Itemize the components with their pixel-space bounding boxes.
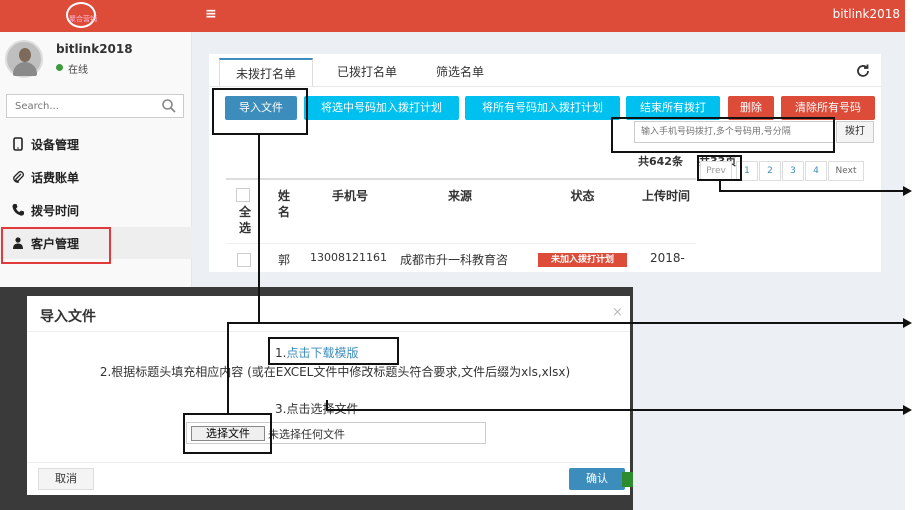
- user-status-text: 在线: [68, 65, 88, 76]
- sidebar-item-dial-time[interactable]: 拨号时间: [0, 194, 192, 226]
- status-badge: 未加入拨打计划: [538, 253, 627, 267]
- annotation-box-prev: [697, 155, 742, 181]
- background-green-element: [622, 472, 633, 487]
- modal-footer-divider: [27, 462, 630, 463]
- sidebar-item-label: 设备管理: [31, 138, 80, 152]
- sidebar-user-name: bitlink2018: [56, 42, 133, 56]
- sidebar-item-label: 话费账单: [31, 171, 80, 185]
- add-all-to-plan-button[interactable]: 将所有号码加入拨打计划: [465, 96, 620, 120]
- sidebar-search: [6, 94, 184, 118]
- add-selected-to-plan-button[interactable]: 将选中号码加入拨打计划: [304, 96, 459, 120]
- annotation-box-dial-input: [611, 117, 835, 153]
- annotation-line: [326, 409, 906, 411]
- annotation-box-import: [212, 88, 308, 135]
- import-file-modal: [27, 296, 630, 495]
- refresh-icon[interactable]: [855, 63, 871, 79]
- tab-dialed[interactable]: 已拨打名单: [322, 58, 412, 86]
- online-status-icon: [56, 64, 63, 71]
- phone-icon: [12, 204, 24, 216]
- paperclip-icon: [13, 171, 24, 183]
- pagination-page[interactable]: 3: [782, 161, 804, 181]
- pagination-page[interactable]: 4: [805, 161, 827, 181]
- cell-source: 成都市升一科教育咨: [400, 253, 509, 267]
- table-header-divider: [226, 178, 696, 180]
- cell-upload-time: 2018-: [650, 251, 685, 265]
- modal-header-divider: [27, 331, 630, 332]
- mobile-icon: [13, 137, 23, 151]
- arrow-right-icon: [903, 318, 912, 328]
- cancel-button[interactable]: 取消: [38, 468, 94, 490]
- cell-phone: 13008121161: [310, 251, 387, 264]
- table-row-divider: [226, 243, 696, 244]
- no-file-selected-text: 未选择任何文件: [268, 428, 345, 441]
- dial-button[interactable]: 拨打: [836, 121, 874, 143]
- pagination-next[interactable]: Next: [828, 161, 864, 181]
- sidebar-item-phone-bill[interactable]: 话费账单: [0, 161, 192, 193]
- column-header-select-all: 全选: [238, 205, 251, 235]
- close-icon[interactable]: ×: [612, 305, 623, 320]
- tab-divider: [209, 86, 881, 87]
- modal-title: 导入文件: [40, 309, 96, 325]
- top-user-name[interactable]: bitlink2018: [780, 7, 900, 21]
- annotation-line: [227, 322, 260, 324]
- arrow-right-icon: [903, 186, 912, 196]
- column-header-status: 状态: [570, 189, 595, 203]
- arrow-right-icon: [903, 405, 912, 415]
- column-header-phone: 手机号: [331, 189, 368, 203]
- top-navbar: [0, 0, 905, 32]
- column-header-name: 姓名: [277, 189, 290, 219]
- logo-text: 聚合营销: [69, 15, 97, 23]
- sidebar-item-label: 拨号时间: [31, 204, 80, 218]
- column-header-source: 来源: [447, 189, 472, 203]
- annotation-line: [258, 322, 906, 324]
- confirm-button[interactable]: 确认: [569, 468, 625, 490]
- select-all-checkbox[interactable]: [236, 188, 250, 202]
- tab-not-dialed[interactable]: 未拨打名单: [219, 58, 313, 86]
- avatar: [5, 40, 43, 78]
- search-icon[interactable]: [161, 98, 177, 114]
- tab-filtered[interactable]: 筛选名单: [420, 58, 500, 86]
- annotation-line: [227, 322, 229, 414]
- app-logo[interactable]: 聚合营销: [58, 0, 108, 32]
- search-input[interactable]: [7, 95, 157, 117]
- cell-name: 郭: [278, 253, 291, 267]
- step-2-text: 2.根据标题头填充相应内容 (或在EXCEL文件中修改标题头符合要求,文件后缀为…: [99, 365, 571, 379]
- column-header-upload-time: 上传时间: [641, 189, 690, 203]
- annotation-box-choose-file: [183, 413, 272, 454]
- annotation-line: [719, 190, 905, 192]
- annotation-box-download-template: [268, 337, 399, 365]
- total-count: 共642条: [638, 155, 683, 168]
- annotation-line: [258, 135, 260, 323]
- hamburger-icon[interactable]: ≡: [205, 6, 219, 22]
- highlight-box-customer-management: [1, 227, 111, 264]
- row-checkbox[interactable]: [237, 253, 251, 267]
- pagination-page[interactable]: 2: [759, 161, 781, 181]
- sidebar-item-device-management[interactable]: 设备管理: [0, 128, 192, 160]
